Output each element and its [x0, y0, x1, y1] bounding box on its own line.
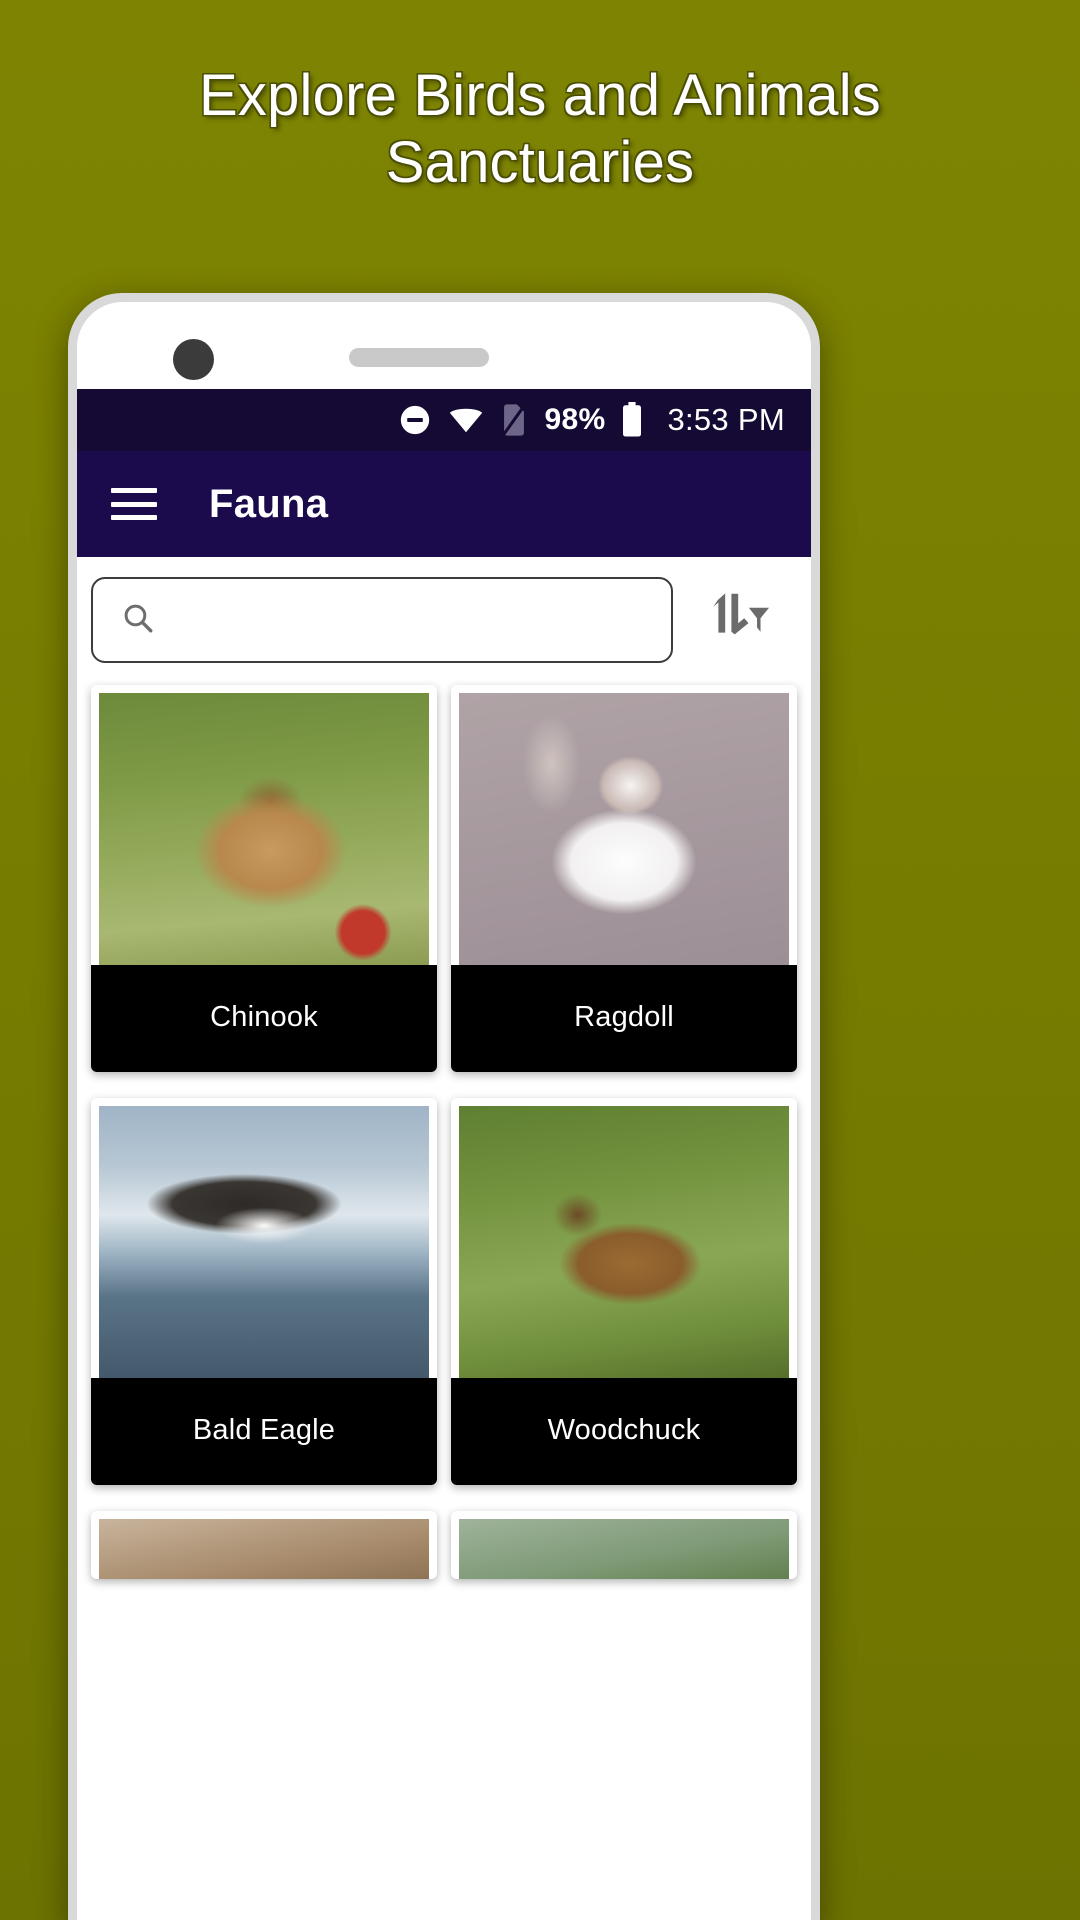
list-item[interactable]: Bald Eagle — [91, 1098, 437, 1485]
search-icon — [121, 601, 155, 640]
phone-mockup: 98% 3:53 PM Fauna Chinook Ragdoll Bald E… — [68, 293, 820, 1920]
earpiece-speaker — [349, 348, 489, 367]
list-item[interactable]: Chinook — [91, 685, 437, 1072]
search-box[interactable] — [91, 577, 673, 663]
search-row — [77, 557, 811, 679]
do-not-disturb-icon — [398, 403, 432, 437]
search-input[interactable] — [171, 604, 643, 636]
list-item[interactable] — [91, 1511, 437, 1579]
phone-screen: 98% 3:53 PM Fauna Chinook Ragdoll Bald E… — [77, 302, 811, 1920]
hamburger-menu-icon[interactable] — [111, 488, 157, 520]
card-label: Ragdoll — [451, 965, 797, 1072]
status-bar: 98% 3:53 PM — [77, 389, 811, 451]
battery-percentage: 98% — [544, 403, 606, 436]
card-image — [99, 1519, 429, 1579]
list-item[interactable] — [451, 1511, 797, 1579]
app-bar-title: Fauna — [209, 481, 329, 526]
sort-filter-icon — [705, 591, 771, 650]
battery-full-icon — [621, 402, 643, 438]
card-image — [99, 1106, 429, 1378]
list-item[interactable]: Ragdoll — [451, 685, 797, 1072]
card-label: Woodchuck — [451, 1378, 797, 1485]
animal-grid: Chinook Ragdoll Bald Eagle Woodchuck — [77, 679, 811, 1579]
card-image — [459, 1106, 789, 1378]
card-label: Chinook — [91, 965, 437, 1072]
app-bar: Fauna — [77, 451, 811, 557]
no-sim-icon — [500, 403, 528, 437]
phone-top-bezel — [77, 302, 811, 389]
sort-filter-button[interactable] — [683, 577, 793, 663]
promo-banner: Explore Birds and Animals Sanctuaries — [0, 62, 1080, 196]
front-camera-icon — [173, 339, 214, 380]
card-image — [459, 693, 789, 965]
card-image — [99, 693, 429, 965]
list-item[interactable]: Woodchuck — [451, 1098, 797, 1485]
card-image — [459, 1519, 789, 1579]
page-title: Explore Birds and Animals Sanctuaries — [199, 63, 881, 195]
card-label: Bald Eagle — [91, 1378, 437, 1485]
status-clock: 3:53 PM — [667, 402, 785, 437]
wifi-icon — [448, 405, 484, 435]
